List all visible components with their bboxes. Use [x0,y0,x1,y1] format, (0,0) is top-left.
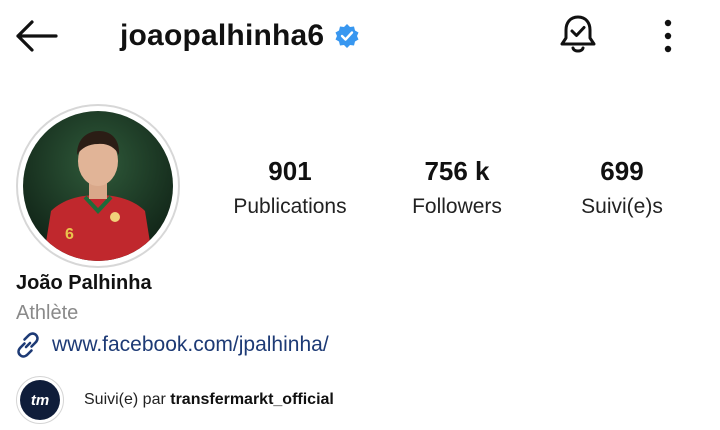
followed-by-avatar[interactable]: tm [16,376,64,424]
profile-full-name: João Palhinha [16,272,152,294]
notifications-button[interactable] [556,12,600,58]
profile-link[interactable]: www.facebook.com/jpalhinha/ [14,330,329,360]
stat-following-count: 699 [600,156,644,186]
arrow-left-icon [16,20,58,52]
profile-link-text: www.facebook.com/jpalhinha/ [52,333,329,356]
stat-publications-label: Publications [233,195,347,218]
stat-followers-count: 756 k [424,156,490,186]
profile-category: Athlète [16,302,79,324]
stat-publications[interactable]: 901 Publications [220,156,360,220]
link-icon [17,332,39,358]
bell-check-icon [560,15,596,53]
transfermarkt-logo: tm [20,380,60,420]
stat-followers-label: Followers [412,195,502,218]
profile-avatar[interactable]: 6 [16,104,180,268]
profile-username: joaopalhinha6 [120,19,325,52]
stat-following-label: Suivi(e)s [581,195,663,218]
profile-header: joaopalhinha6 [0,0,720,80]
back-button[interactable] [12,16,62,56]
stat-followers[interactable]: 756 k Followers [392,156,522,220]
stat-publications-count: 901 [268,156,312,186]
more-vertical-icon [664,19,672,53]
svg-text:6: 6 [65,226,74,243]
verified-badge-icon [334,23,360,49]
stat-following[interactable]: 699 Suivi(e)s [562,156,682,220]
followed-by-row[interactable]: tm Suivi(e) par transfermarkt_official [16,376,334,424]
followed-by-prefix: Suivi(e) par [84,391,171,408]
username-block: joaopalhinha6 [120,14,360,58]
more-options-button[interactable] [655,14,681,58]
profile-photo: 6 [23,111,173,261]
followed-by-account[interactable]: transfermarkt_official [170,391,334,408]
followed-by-text: Suivi(e) par transfermarkt_official [84,391,334,409]
